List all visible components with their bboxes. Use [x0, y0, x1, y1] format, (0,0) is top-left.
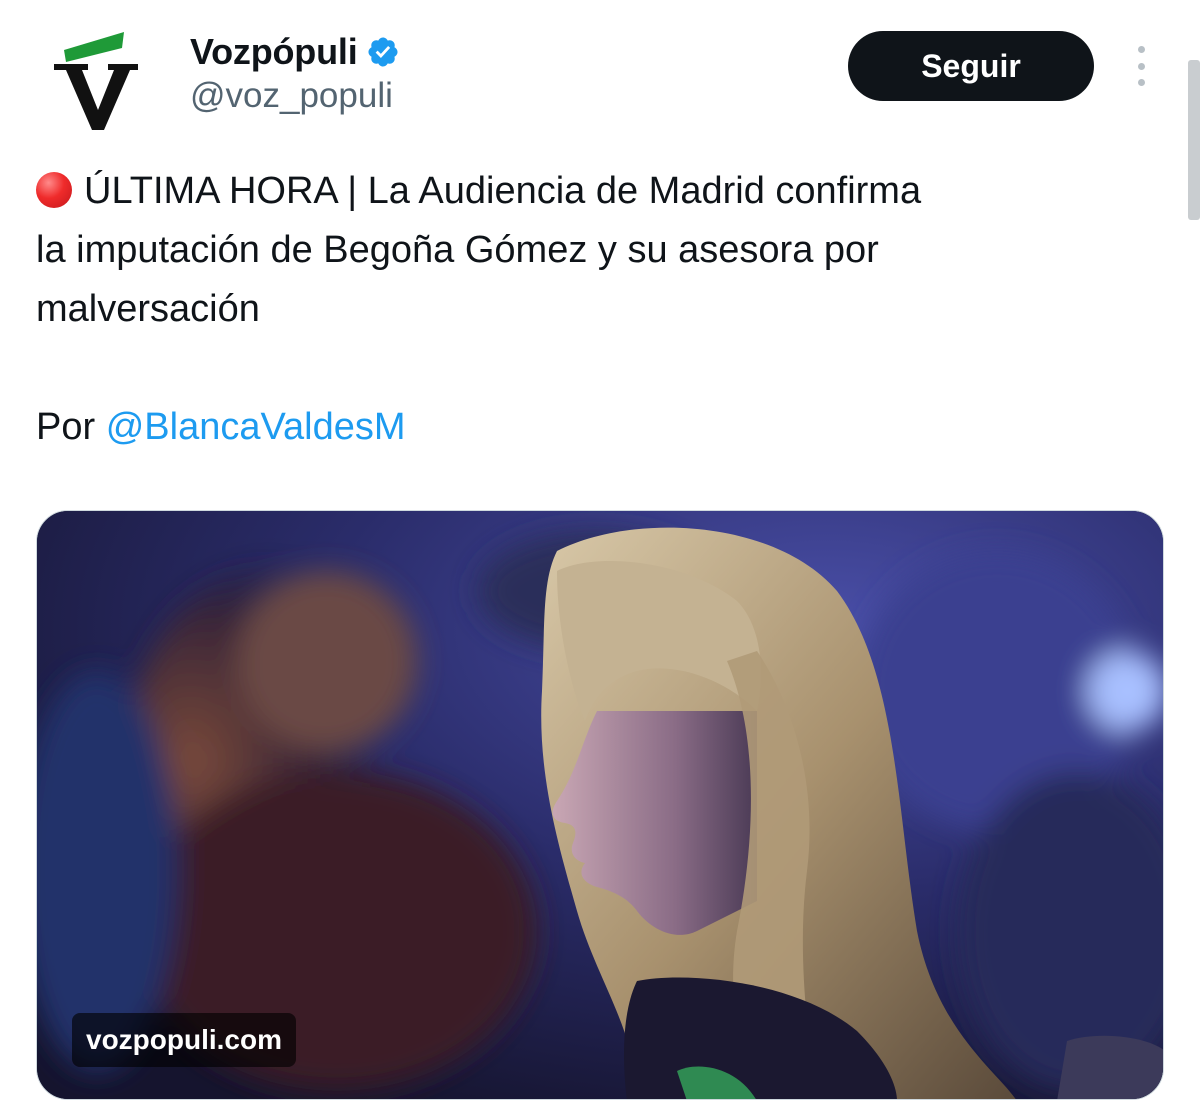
byline: Por @BlancaValdesM: [36, 398, 406, 457]
vozpopuli-logo-icon: [54, 32, 138, 130]
more-dot: [1137, 46, 1145, 53]
byline-prefix: Por: [36, 406, 96, 448]
scrollbar[interactable]: [1188, 60, 1200, 220]
tweet-text: ÚLTIMA HORA | La Audiencia de Madrid con…: [36, 162, 1146, 339]
more-dot: [1137, 62, 1145, 70]
author-handle[interactable]: @voz_populi: [190, 76, 400, 116]
more-vertical-icon[interactable]: [1128, 46, 1154, 86]
tweet-card: Vozpópuli @voz_populi Seguir ÚLTIMA HORA…: [0, 0, 1200, 1110]
author-avatar[interactable]: [36, 18, 156, 138]
media-domain-badge[interactable]: vozpopuli.com: [72, 1013, 296, 1067]
red-circle-emoji-icon: [36, 172, 72, 208]
tweet-text-line-3: malversación: [36, 288, 260, 330]
article-photo: [37, 511, 1163, 1099]
tweet-text-content: ÚLTIMA HORA | La Audiencia de Madrid con…: [84, 170, 922, 212]
media-card[interactable]: [36, 510, 1164, 1100]
author-display-name[interactable]: Vozpópuli: [190, 31, 358, 73]
verified-badge-icon[interactable]: [366, 35, 400, 69]
name-row: Vozpópuli: [190, 30, 400, 74]
tweet-text-line-1: ÚLTIMA HORA | La Audiencia de Madrid con…: [36, 162, 1146, 221]
tweet-text-line-2: la imputación de Begoña Gómez y su aseso…: [36, 229, 879, 271]
follow-button[interactable]: Seguir: [848, 31, 1094, 101]
author-block: Vozpópuli @voz_populi: [190, 30, 400, 116]
mention-link[interactable]: @BlancaValdesM: [106, 406, 406, 448]
more-dot: [1137, 79, 1145, 86]
